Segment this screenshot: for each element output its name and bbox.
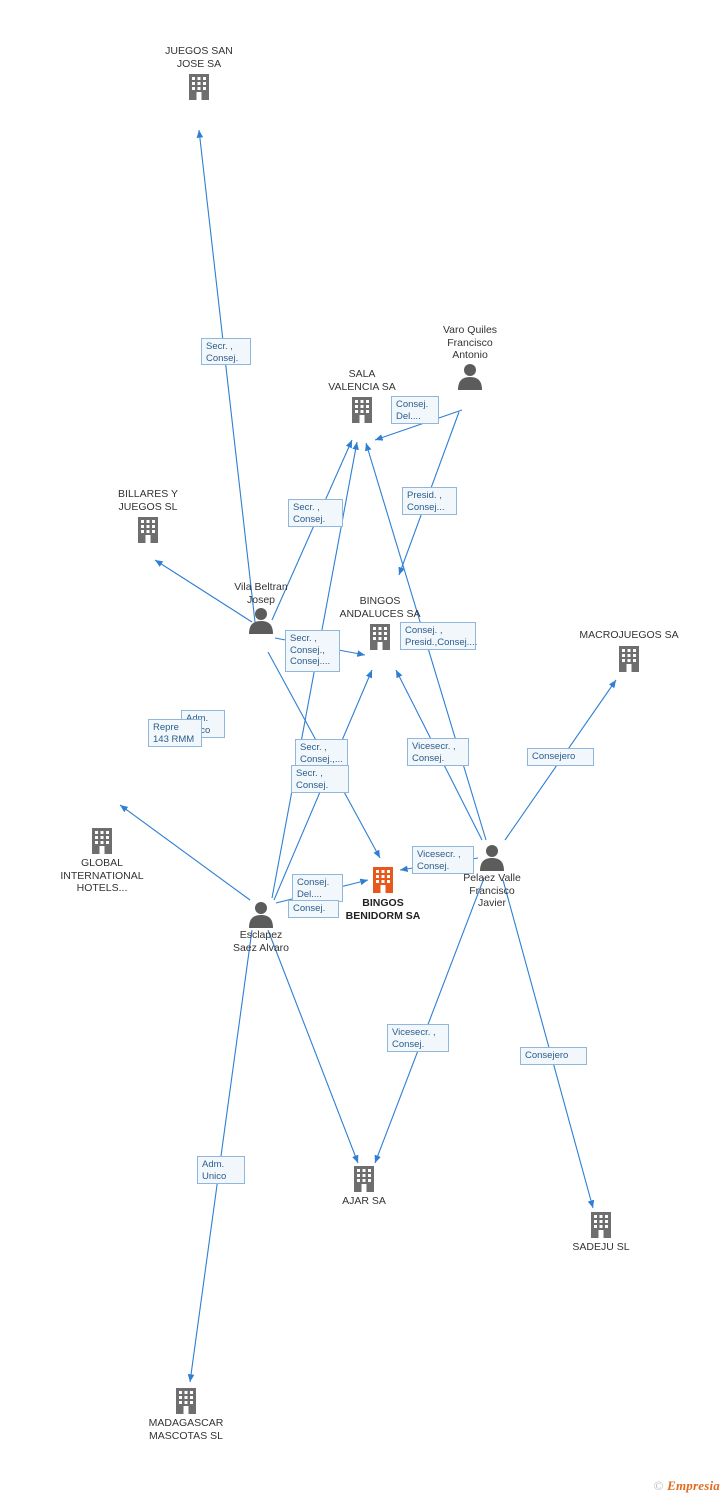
company-icon <box>354 1166 374 1192</box>
node-global-international-hotels[interactable]: GLOBAL INTERNATIONAL HOTELS... <box>47 824 157 895</box>
person-icon <box>458 363 482 390</box>
node-label: BINGOS ANDALUCES SA <box>339 595 421 620</box>
person-icon <box>480 845 504 871</box>
edge-layer <box>119 129 617 1383</box>
edge-label-vicesecr-consej-3[interactable]: Vicesecr. , Consej. <box>387 1024 449 1052</box>
node-label: SALA VALENCIA SA <box>328 368 396 393</box>
node-label: Vila Beltran Josep <box>234 581 288 606</box>
network-diagram-canvas: JUEGOS SAN JOSE SA SALA VALENCIA SA Varo… <box>0 0 728 1500</box>
person-icon <box>249 902 273 928</box>
node-macrojuegos[interactable]: MACROJUEGOS SA <box>574 628 684 674</box>
copyright-symbol: © <box>653 1478 664 1493</box>
edge-label-adm-unico-2[interactable]: Adm. Unico <box>197 1156 245 1184</box>
edge-label-consejero-sadeju[interactable]: Consejero <box>520 1047 587 1065</box>
node-label: AJAR SA <box>342 1195 386 1207</box>
node-label: BILLARES Y JUEGOS SL <box>118 488 178 513</box>
company-icon <box>352 397 372 423</box>
node-vila-beltran-josep[interactable]: Vila Beltran Josep <box>219 580 303 634</box>
edge-label-consej-presid-consej[interactable]: Consej. , Presid.,Consej.... <box>400 622 477 650</box>
edge-label-secr-consej-3[interactable]: Secr. , Consej.,... <box>295 739 348 767</box>
person-icon <box>249 608 273 634</box>
node-label: MACROJUEGOS SA <box>579 629 679 641</box>
company-icon <box>138 517 158 543</box>
node-label: JUEGOS SAN JOSE SA <box>165 45 233 70</box>
company-icon <box>189 74 209 100</box>
company-icon <box>176 1388 196 1414</box>
edge-label-repre-143-rmm[interactable]: Repre 143 RMM <box>148 719 202 747</box>
edge-label-consej-del-2[interactable]: Consej. Del.... <box>292 874 343 902</box>
node-ajar[interactable]: AJAR SA <box>324 1162 404 1208</box>
edge-label-consej-del-3[interactable]: Consej. <box>288 900 339 918</box>
watermark: © Empresia <box>654 1478 720 1494</box>
edge-label-secr-consej[interactable]: Secr. , Consej. <box>201 338 251 365</box>
company-icon <box>619 645 639 672</box>
node-label: Pelaez Valle Francisco Javier <box>463 872 521 909</box>
edge-label-consejero-macrojuegos[interactable]: Consejero <box>527 748 594 766</box>
edge-label-consej-del[interactable]: Consej. Del.... <box>391 396 439 424</box>
edge-label-secr-consej-consej[interactable]: Secr. , Consej., Consej.... <box>285 630 340 672</box>
edge-label-presid-consej[interactable]: Presid. , Consej... <box>402 487 457 515</box>
company-icon <box>370 624 390 650</box>
node-madagascar-mascotas[interactable]: MADAGASCAR MASCOTAS SL <box>131 1384 241 1442</box>
node-sadeju[interactable]: SADEJU SL <box>561 1208 641 1254</box>
company-icon <box>92 828 112 854</box>
focus-company-icon <box>373 867 393 893</box>
node-label: Varo Quiles Francisco Antonio <box>442 324 498 361</box>
edge-label-vicesecr-consej-2[interactable]: Vicesecr. , Consej. <box>412 846 474 874</box>
node-billares-y-juegos[interactable]: BILLARES Y JUEGOS SL <box>108 487 188 545</box>
edge-label-secr-consej-4[interactable]: Secr. , Consej. <box>291 765 349 793</box>
node-label: Esclapez Saez Alvaro <box>232 929 290 954</box>
node-label: SADEJU SL <box>572 1241 630 1253</box>
edge-label-vicesecr-consej[interactable]: Vicesecr. , Consej. <box>407 738 469 766</box>
node-label: GLOBAL INTERNATIONAL HOTELS... <box>60 857 144 894</box>
company-icon <box>591 1212 611 1238</box>
node-label: BINGOS BENIDORM SA <box>345 897 421 922</box>
brand-name: Empresia <box>667 1478 720 1493</box>
node-varo-quiles[interactable]: Varo Quiles Francisco Antonio <box>428 323 512 390</box>
node-label: MADAGASCAR MASCOTAS SL <box>148 1417 224 1442</box>
node-juegos-san-jose[interactable]: JUEGOS SAN JOSE SA <box>159 44 239 102</box>
edge-label-secr-consej-2[interactable]: Secr. , Consej. <box>288 499 343 527</box>
